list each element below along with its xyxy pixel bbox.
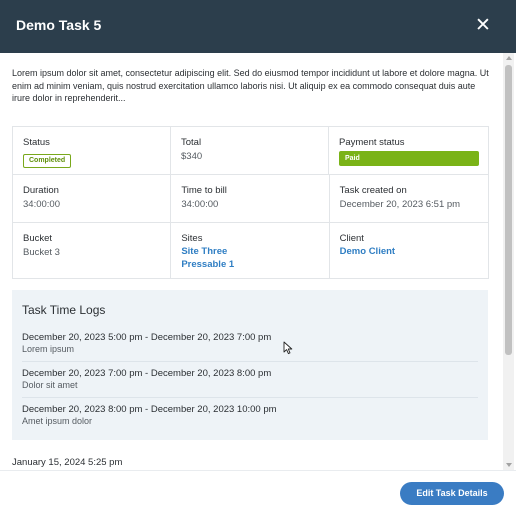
task-details-grid: Status Completed Total $340 Payment stat… — [12, 126, 489, 279]
time-log-entry: December 20, 2023 5:00 pm - December 20,… — [22, 332, 478, 362]
time-logs-title: Task Time Logs — [22, 303, 106, 317]
modal-title: Demo Task 5 — [16, 17, 102, 33]
time-log-range: December 20, 2023 8:00 pm - December 20,… — [22, 404, 277, 415]
client-label: Client — [339, 233, 364, 244]
modal-header: Demo Task 5 ✕ — [0, 0, 516, 53]
payment-status-label: Payment status — [339, 137, 405, 148]
status-badge: Completed — [23, 154, 72, 168]
payment-status-cell: Payment status Paid — [329, 127, 488, 174]
task-created-cell: Task created on December 20, 2023 6:51 p… — [330, 175, 488, 222]
details-row: Duration 34:00:00 Time to bill 34:00:00 … — [13, 175, 488, 223]
duration-label: Duration — [23, 185, 59, 196]
task-time-logs: Task Time Logs December 20, 2023 5:00 pm… — [12, 290, 488, 440]
task-description: Lorem ipsum dolor sit amet, consectetur … — [12, 68, 489, 103]
duration-cell: Duration 34:00:00 — [13, 175, 172, 222]
time-to-bill-cell: Time to bill 34:00:00 — [171, 175, 330, 222]
task-details-modal: Demo Task 5 ✕ Lorem ipsum dolor sit amet… — [0, 0, 516, 505]
time-log-range: December 20, 2023 5:00 pm - December 20,… — [22, 332, 272, 343]
time-to-bill-value: 34:00:00 — [181, 199, 219, 210]
edit-task-details-button[interactable]: Edit Task Details — [400, 482, 504, 505]
time-log-note: Dolor sit amet — [22, 380, 78, 390]
mouse-pointer-icon — [283, 341, 293, 355]
task-created-label: Task created on — [339, 185, 407, 196]
time-log-entry: December 20, 2023 7:00 pm - December 20,… — [22, 368, 478, 398]
bucket-label: Bucket — [23, 233, 53, 244]
time-log-range: December 20, 2023 7:00 pm - December 20,… — [22, 368, 272, 379]
status-cell: Status Completed — [13, 127, 171, 174]
total-value: $340 — [181, 151, 203, 162]
duration-value: 34:00:00 — [23, 199, 60, 210]
total-cell: Total $340 — [171, 127, 329, 174]
time-log-note: Amet ipsum dolor — [22, 416, 93, 426]
payment-status-badge: Paid — [339, 151, 479, 166]
scrollbar-thumb[interactable] — [505, 65, 512, 355]
site-link[interactable]: Pressable 1 — [181, 258, 318, 271]
close-icon[interactable]: ✕ — [472, 15, 494, 37]
comment-date: January 15, 2024 5:25 pm — [12, 457, 123, 468]
modal-body[interactable]: Lorem ipsum dolor sit amet, consectetur … — [0, 53, 503, 470]
time-to-bill-label: Time to bill — [181, 185, 227, 196]
details-row: Bucket Bucket 3 Sites Site Three Pressab… — [13, 223, 488, 278]
client-cell: Client Demo Client — [330, 223, 488, 278]
task-created-value: December 20, 2023 6:51 pm — [339, 199, 461, 210]
bucket-value: Bucket 3 — [23, 247, 60, 258]
scroll-down-icon[interactable] — [506, 463, 512, 467]
modal-footer: Edit Task Details — [0, 470, 516, 505]
scroll-up-icon[interactable] — [506, 56, 512, 60]
time-log-entry: December 20, 2023 8:00 pm - December 20,… — [22, 404, 478, 433]
client-link[interactable]: Demo Client — [340, 245, 478, 258]
sites-label: Sites — [181, 233, 203, 244]
vertical-scrollbar[interactable] — [503, 53, 514, 470]
site-link[interactable]: Site Three — [181, 245, 318, 258]
status-label: Status — [23, 137, 50, 148]
total-label: Total — [181, 137, 202, 148]
details-row: Status Completed Total $340 Payment stat… — [13, 127, 488, 175]
bucket-cell: Bucket Bucket 3 — [13, 223, 172, 278]
time-log-note: Lorem ipsum — [22, 344, 75, 354]
sites-cell: Sites Site Three Pressable 1 — [171, 223, 330, 278]
